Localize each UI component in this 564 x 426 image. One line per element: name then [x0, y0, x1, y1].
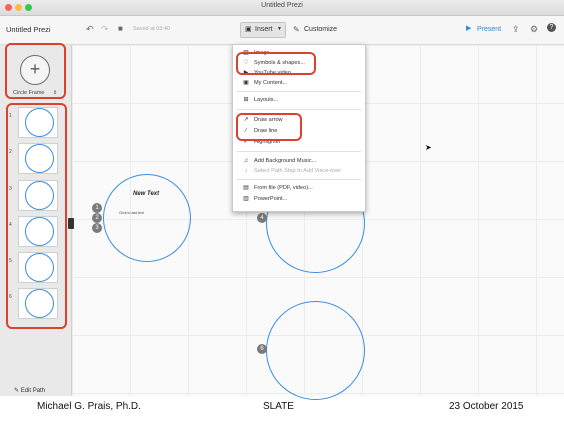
frame-body-text[interactable]: Click to add text [119, 211, 144, 215]
footer-center: SLATE [263, 401, 294, 412]
footer-date: 23 October 2015 [449, 401, 524, 412]
menu-item-from-file[interactable]: ▤ From file (PDF, video)... [233, 183, 365, 193]
chevron-down-icon: ▼ [277, 26, 282, 32]
menu-separator [237, 109, 361, 110]
gear-icon[interactable]: ⚙ [530, 24, 538, 34]
menu-item-layouts[interactable]: ⊞ Layouts... [233, 95, 365, 105]
circle-frame[interactable] [103, 174, 191, 262]
menu-item-label: My Content... [254, 80, 288, 86]
document-name[interactable]: Untitled Prezi [6, 25, 51, 34]
insert-label: Insert [255, 26, 273, 33]
menu-item-label: Select Path Step to Add Voice-over [254, 168, 342, 174]
menu-item-label: From file (PDF, video)... [254, 185, 313, 191]
share-icon[interactable]: ⇪ [512, 24, 520, 34]
insert-button[interactable]: ▣ Insert ▼ [240, 22, 286, 38]
play-icon[interactable]: ▶ [466, 24, 471, 34]
edit-path-button[interactable]: ✎ Edit Path [14, 387, 45, 394]
mouse-cursor-icon: ➤ [425, 143, 432, 152]
path-step-badge[interactable]: 2 [92, 213, 102, 223]
path-step-badge[interactable]: 1 [92, 203, 102, 213]
saved-status: Saved at 03:40 [133, 26, 171, 32]
prezi-window: Untitled Prezi Untitled Prezi ↶ ↷ ■ Save… [0, 0, 564, 400]
menu-item-label: Add Background Music... [254, 158, 317, 164]
menu-item-my-content[interactable]: ▣ My Content... [233, 78, 365, 88]
path-step-badge[interactable]: 3 [92, 223, 102, 233]
customize-button[interactable]: Customize [304, 26, 337, 33]
menu-separator [237, 179, 361, 180]
menu-item-powerpoint[interactable]: ▥ PowerPoint... [233, 194, 365, 204]
edit-path-label: Edit Path [20, 388, 46, 394]
toolbar: Untitled Prezi ↶ ↷ ■ Saved at 03:40 ▣ In… [0, 16, 564, 45]
help-icon[interactable]: ? [547, 23, 556, 32]
circle-frame[interactable] [266, 301, 365, 400]
frame-title-text[interactable]: New Text [133, 191, 159, 197]
insert-icon: ▣ [245, 26, 252, 33]
voice-icon: ♪ [244, 168, 248, 174]
music-icon: ♫ [243, 158, 249, 164]
path-step-badge[interactable]: 6 [257, 344, 267, 354]
window-title: Untitled Prezi [261, 2, 303, 9]
menu-separator [237, 91, 361, 92]
pencil-icon: ✎ [14, 388, 20, 394]
title-bar: Untitled Prezi [0, 0, 564, 16]
menu-item-label: Layouts... [254, 97, 279, 103]
menu-separator [237, 151, 361, 152]
save-icon[interactable]: ■ [118, 24, 123, 34]
undo-icon[interactable]: ↶ [86, 24, 94, 34]
file-icon: ▤ [243, 185, 249, 191]
menu-item-voice-over: ♪ Select Path Step to Add Voice-over [233, 166, 365, 176]
powerpoint-icon: ▥ [243, 196, 249, 202]
content-icon: ▣ [243, 80, 249, 86]
menu-item-label: PowerPoint... [254, 196, 288, 202]
pencil-icon[interactable]: ✎ [293, 25, 300, 35]
path-step-badge[interactable]: 4 [257, 213, 267, 223]
menu-item-background-music[interactable]: ♫ Add Background Music... [233, 156, 365, 166]
sidebar: + Circle Frame ⇕ 1 2 3 4 5 6 ✎ Edit Path [0, 43, 72, 396]
footer-author: Michael G. Prais, Ph.D. [37, 401, 141, 412]
sidebar-collapse-handle[interactable] [68, 218, 74, 229]
highlight-box-thumbnails [6, 103, 67, 329]
highlight-box-draw-tools [236, 113, 302, 141]
highlight-box-frame [5, 43, 66, 99]
present-button[interactable]: Present [477, 26, 501, 33]
highlight-box-image-symbols [236, 52, 316, 75]
redo-icon[interactable]: ↷ [101, 24, 109, 34]
layouts-icon: ⊞ [243, 97, 249, 103]
